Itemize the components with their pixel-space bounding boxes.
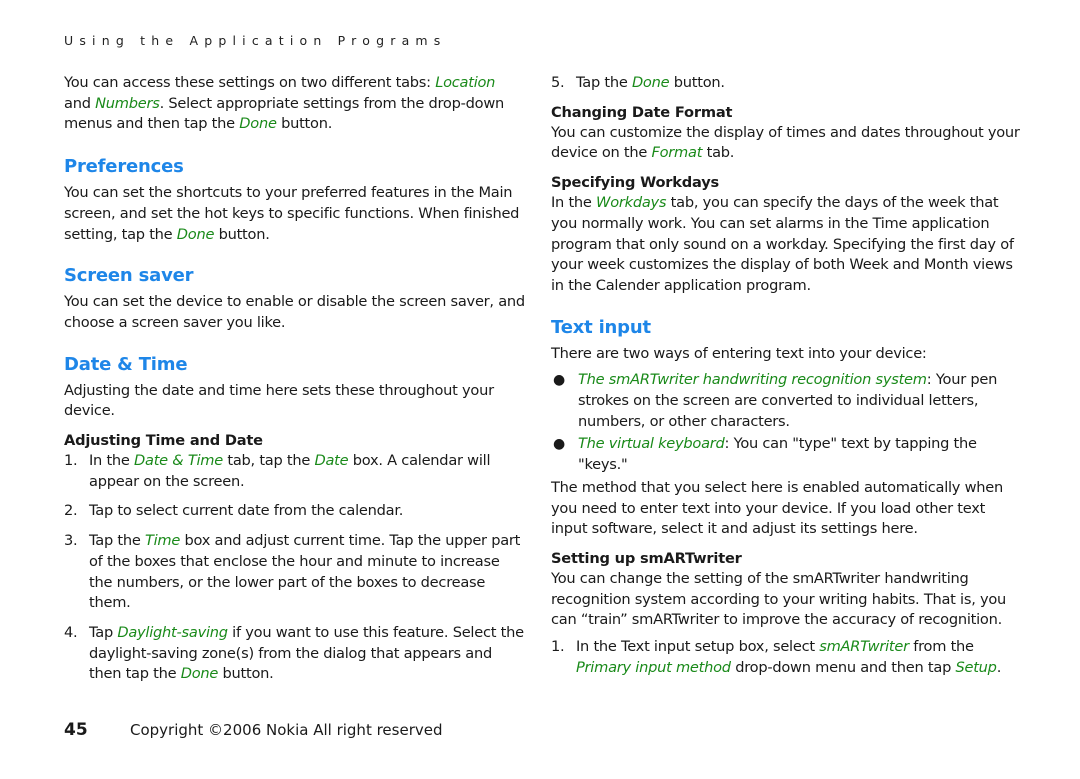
step-five-list: 5. Tap the Done button. [551,73,1021,94]
step-item: 3. Tap the Time box and adjust current ti… [64,532,521,612]
smartwriter-steps-list: 1. In the Text input setup box, select sm… [551,637,1021,678]
specifying-workdays-subheading: Specifying Workdays [551,174,720,192]
step-item: 2. Tap to select current date from the ca… [64,502,404,520]
copyright-notice: Copyright ©2006 Nokia All right reserved [130,721,443,739]
step-item: 1. In the Date & Time tab, tap the Date b… [64,452,491,490]
location-tab-ref: Location [435,74,496,91]
step-item: 1. In the Text input setup box, select sm… [551,638,1002,676]
workdays-paragraph: In the Workdays tab, you can specify the… [551,194,1014,294]
bullet-item: ● The smARTwriter handwriting recognition… [553,371,998,430]
adjusting-steps-list: 1. In the Date & Time tab, tap the Date b… [64,451,526,685]
preferences-paragraph: You can set the shortcuts to your prefer… [64,184,520,243]
bullet-icon: ● [553,436,565,453]
text-input-intro: There are two ways of entering text into… [551,344,927,362]
done-button-ref: Done [239,115,277,133]
page-number: 45 [64,720,88,740]
date-time-paragraph: Adjusting the date and time here sets th… [64,381,494,420]
page-footer: 45 Copyright ©2006 Nokia All right reserv… [64,720,443,740]
step-item: 4. Tap Daylight-saving if you want to use… [64,623,524,683]
text-input-heading: Text input [551,316,651,338]
step-item: 5. Tap the Done button. [551,74,725,91]
bullet-icon: ● [553,372,565,389]
smartwriter-paragraph: You can change the setting of the smARTw… [551,569,1007,629]
screen-saver-heading: Screen saver [64,265,194,287]
right-column: 5. Tap the Done button. Changing Date For… [551,73,1021,678]
preferences-heading: Preferences [64,156,184,178]
text-input-methods-list: ● The smARTwriter handwriting recognition… [551,370,1021,476]
changing-date-format-subheading: Changing Date Format [551,103,733,121]
date-time-heading: Date & Time [64,353,188,375]
done-button-ref: Done [176,225,215,243]
numbers-tab-ref: Numbers [95,94,160,112]
bullet-item: ● The virtual keyboard: You can "type" te… [553,435,977,474]
intro-paragraph: You can access these settings on two dif… [64,74,505,133]
changing-date-format-paragraph: You can customize the display of times a… [551,123,1020,162]
running-head: Using the Application Programs [64,33,447,48]
text-input-method-paragraph: The method that you select here is enabl… [551,478,1003,538]
screen-saver-paragraph: You can set the device to enable or disa… [64,293,525,331]
adjusting-time-date-subheading: Adjusting Time and Date [64,432,263,450]
left-column: You can access these settings on two dif… [64,73,526,685]
setting-up-smartwriter-subheading: Setting up smARTwriter [551,549,742,567]
